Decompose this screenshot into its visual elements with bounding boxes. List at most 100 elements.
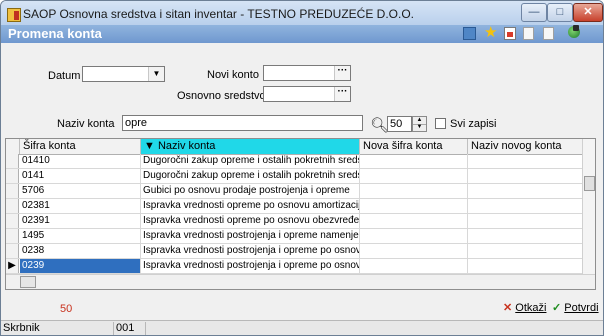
column-header-nova-sifra[interactable]: Nova šifra konta <box>360 139 468 154</box>
cell-sifra[interactable]: 0238 <box>20 244 141 258</box>
status-user-label: Skrbnik <box>1 322 114 335</box>
naziv-konta-search-input[interactable]: opre <box>122 115 363 131</box>
cell-sifra[interactable]: 02381 <box>20 199 141 213</box>
cell-nova-sifra[interactable] <box>360 184 468 198</box>
exit-icon[interactable] <box>568 25 580 38</box>
limit-value: 50 <box>390 118 403 130</box>
confirm-button[interactable]: ✓ Potvrdi <box>552 301 599 314</box>
cancel-button[interactable]: ✕ Otkaži <box>503 301 546 314</box>
row-marker <box>6 169 19 183</box>
table-row[interactable]: 02391 Ispravka vrednosti opreme po osnov… <box>6 214 584 229</box>
svi-zapisi-checkbox[interactable] <box>435 118 446 129</box>
cell-naziv-novog[interactable] <box>468 214 584 228</box>
app-icon <box>7 8 21 22</box>
search-value: opre <box>125 117 148 129</box>
cell-nova-sifra[interactable] <box>360 199 468 213</box>
svi-zapisi-label: Svi zapisi <box>450 118 497 130</box>
column-header-naziv-novog[interactable]: Naziv novog konta <box>468 139 584 154</box>
grid-header: Šifra konta ▼ Naziv konta Nova šifra kon… <box>6 139 584 155</box>
vertical-scrollbar[interactable] <box>582 139 595 275</box>
current-row-arrow-icon: ▶ <box>6 259 19 273</box>
table-row[interactable]: 0238 Ispravka vrednosti postrojenja i op… <box>6 244 584 259</box>
table-row[interactable]: 1495 Ispravka vrednosti postrojenja i op… <box>6 229 584 244</box>
close-x-icon: ✕ <box>503 302 513 314</box>
cell-naziv-novog[interactable] <box>468 259 584 273</box>
vertical-scroll-thumb[interactable] <box>584 176 595 191</box>
cell-nova-sifra[interactable] <box>360 169 468 183</box>
cell-naziv[interactable]: Dugoročni zakup opreme i ostalih pokretn… <box>141 169 360 183</box>
cell-sifra[interactable]: 1495 <box>20 229 141 243</box>
cell-naziv-novog[interactable] <box>468 184 584 198</box>
row-marker <box>6 244 19 258</box>
cell-sifra[interactable]: 5706 <box>20 184 141 198</box>
cell-nova-sifra[interactable] <box>360 214 468 228</box>
cell-naziv-novog[interactable] <box>468 169 584 183</box>
table-row[interactable]: 01410 Dugoročni zakup opreme i ostalih p… <box>6 154 584 169</box>
novi-konto-label: Novi konto <box>207 69 259 81</box>
cell-naziv[interactable]: Ispravka vrednosti opreme po osnovu amor… <box>141 199 360 213</box>
cell-naziv[interactable]: Gubici po osnovu prodaje postrojenja i o… <box>141 184 360 198</box>
accounts-grid[interactable]: Šifra konta ▼ Naziv konta Nova šifra kon… <box>5 138 596 290</box>
form-title: Promena konta <box>8 26 102 41</box>
cell-nova-sifra[interactable] <box>360 244 468 258</box>
favorite-star-icon[interactable]: ★ <box>484 25 498 40</box>
cell-naziv-novog[interactable] <box>468 199 584 213</box>
row-marker <box>6 154 19 168</box>
window-title: SAOP Osnovna sredstva i sitan inventar -… <box>23 7 415 21</box>
cell-nova-sifra[interactable] <box>360 229 468 243</box>
limit-stepper[interactable]: ▲ ▼ <box>412 116 427 132</box>
cell-naziv[interactable]: Dugoročni zakup opreme i ostalih pokretn… <box>141 154 360 168</box>
cell-naziv[interactable]: Ispravka vrednosti postrojenja i opreme … <box>141 259 360 273</box>
novi-konto-field[interactable]: ··· <box>263 65 351 81</box>
stepper-down-icon[interactable]: ▼ <box>413 124 426 131</box>
paste-icon[interactable] <box>543 27 554 40</box>
header-corner <box>6 139 20 154</box>
record-count: 50 <box>60 303 73 315</box>
cell-sifra[interactable]: 0239 <box>20 259 141 273</box>
cell-naziv[interactable]: Ispravka vrednosti postrojenja i opreme … <box>141 229 360 243</box>
table-row-selected[interactable]: ▶ 0239 Ispravka vrednosti postrojenja i … <box>6 259 584 274</box>
app-window: SAOP Osnovna sredstva i sitan inventar -… <box>0 0 604 336</box>
close-button[interactable]: ✕ <box>573 3 603 22</box>
table-row[interactable]: 0141 Dugoročni zakup opreme i ostalih po… <box>6 169 584 184</box>
cell-nova-sifra[interactable] <box>360 154 468 168</box>
grid-view-icon[interactable] <box>463 27 476 40</box>
title-bar: SAOP Osnovna sredstva i sitan inventar -… <box>1 1 603 25</box>
confirm-label: Potvrdi <box>564 302 599 314</box>
table-row[interactable]: 02381 Ispravka vrednosti opreme po osnov… <box>6 199 584 214</box>
copy-icon[interactable] <box>523 27 534 40</box>
cancel-label: Otkaži <box>515 302 547 314</box>
horizontal-scroll-thumb[interactable] <box>20 276 36 288</box>
column-header-naziv[interactable]: ▼ Naziv konta <box>141 139 360 154</box>
minimize-button[interactable]: — <box>521 3 547 22</box>
maximize-button[interactable]: □ <box>547 3 573 22</box>
cell-sifra[interactable]: 01410 <box>20 154 141 168</box>
status-user-value: 001 <box>114 322 146 335</box>
ellipsis-icon[interactable]: ··· <box>334 66 350 80</box>
cell-naziv-novog[interactable] <box>468 154 584 168</box>
pdf-export-icon[interactable] <box>504 27 516 40</box>
naziv-konta-label: Naziv konta <box>57 118 115 130</box>
form-header: Promena konta ★ <box>1 25 603 43</box>
cell-naziv[interactable]: Ispravka vrednosti postrojenja i opreme … <box>141 244 360 258</box>
cell-naziv-novog[interactable] <box>468 229 584 243</box>
row-marker <box>6 199 19 213</box>
column-header-sifra[interactable]: Šifra konta <box>20 139 141 154</box>
cell-naziv-novog[interactable] <box>468 244 584 258</box>
osnovno-sredstvo-field[interactable]: ··· <box>263 86 351 102</box>
cell-nova-sifra[interactable] <box>360 259 468 273</box>
table-row[interactable]: 5706 Gubici po osnovu prodaje postrojenj… <box>6 184 584 199</box>
cell-sifra[interactable]: 0141 <box>20 169 141 183</box>
datum-field[interactable]: ▼ <box>82 66 165 82</box>
cell-sifra[interactable]: 02391 <box>20 214 141 228</box>
limit-field[interactable]: 50 <box>387 116 412 132</box>
chevron-down-icon[interactable]: ▼ <box>148 67 164 81</box>
cell-naziv[interactable]: Ispravka vrednosti opreme po osnovu obez… <box>141 214 360 228</box>
ellipsis-icon[interactable]: ··· <box>334 87 350 101</box>
status-bar: Skrbnik 001 <box>1 320 603 335</box>
osnovno-sredstvo-label: Osnovno sredstvo <box>177 90 266 102</box>
checkmark-icon: ✓ <box>552 302 562 314</box>
datum-label: Datum <box>48 70 81 82</box>
horizontal-scrollbar[interactable] <box>6 274 595 289</box>
row-marker <box>6 229 19 243</box>
